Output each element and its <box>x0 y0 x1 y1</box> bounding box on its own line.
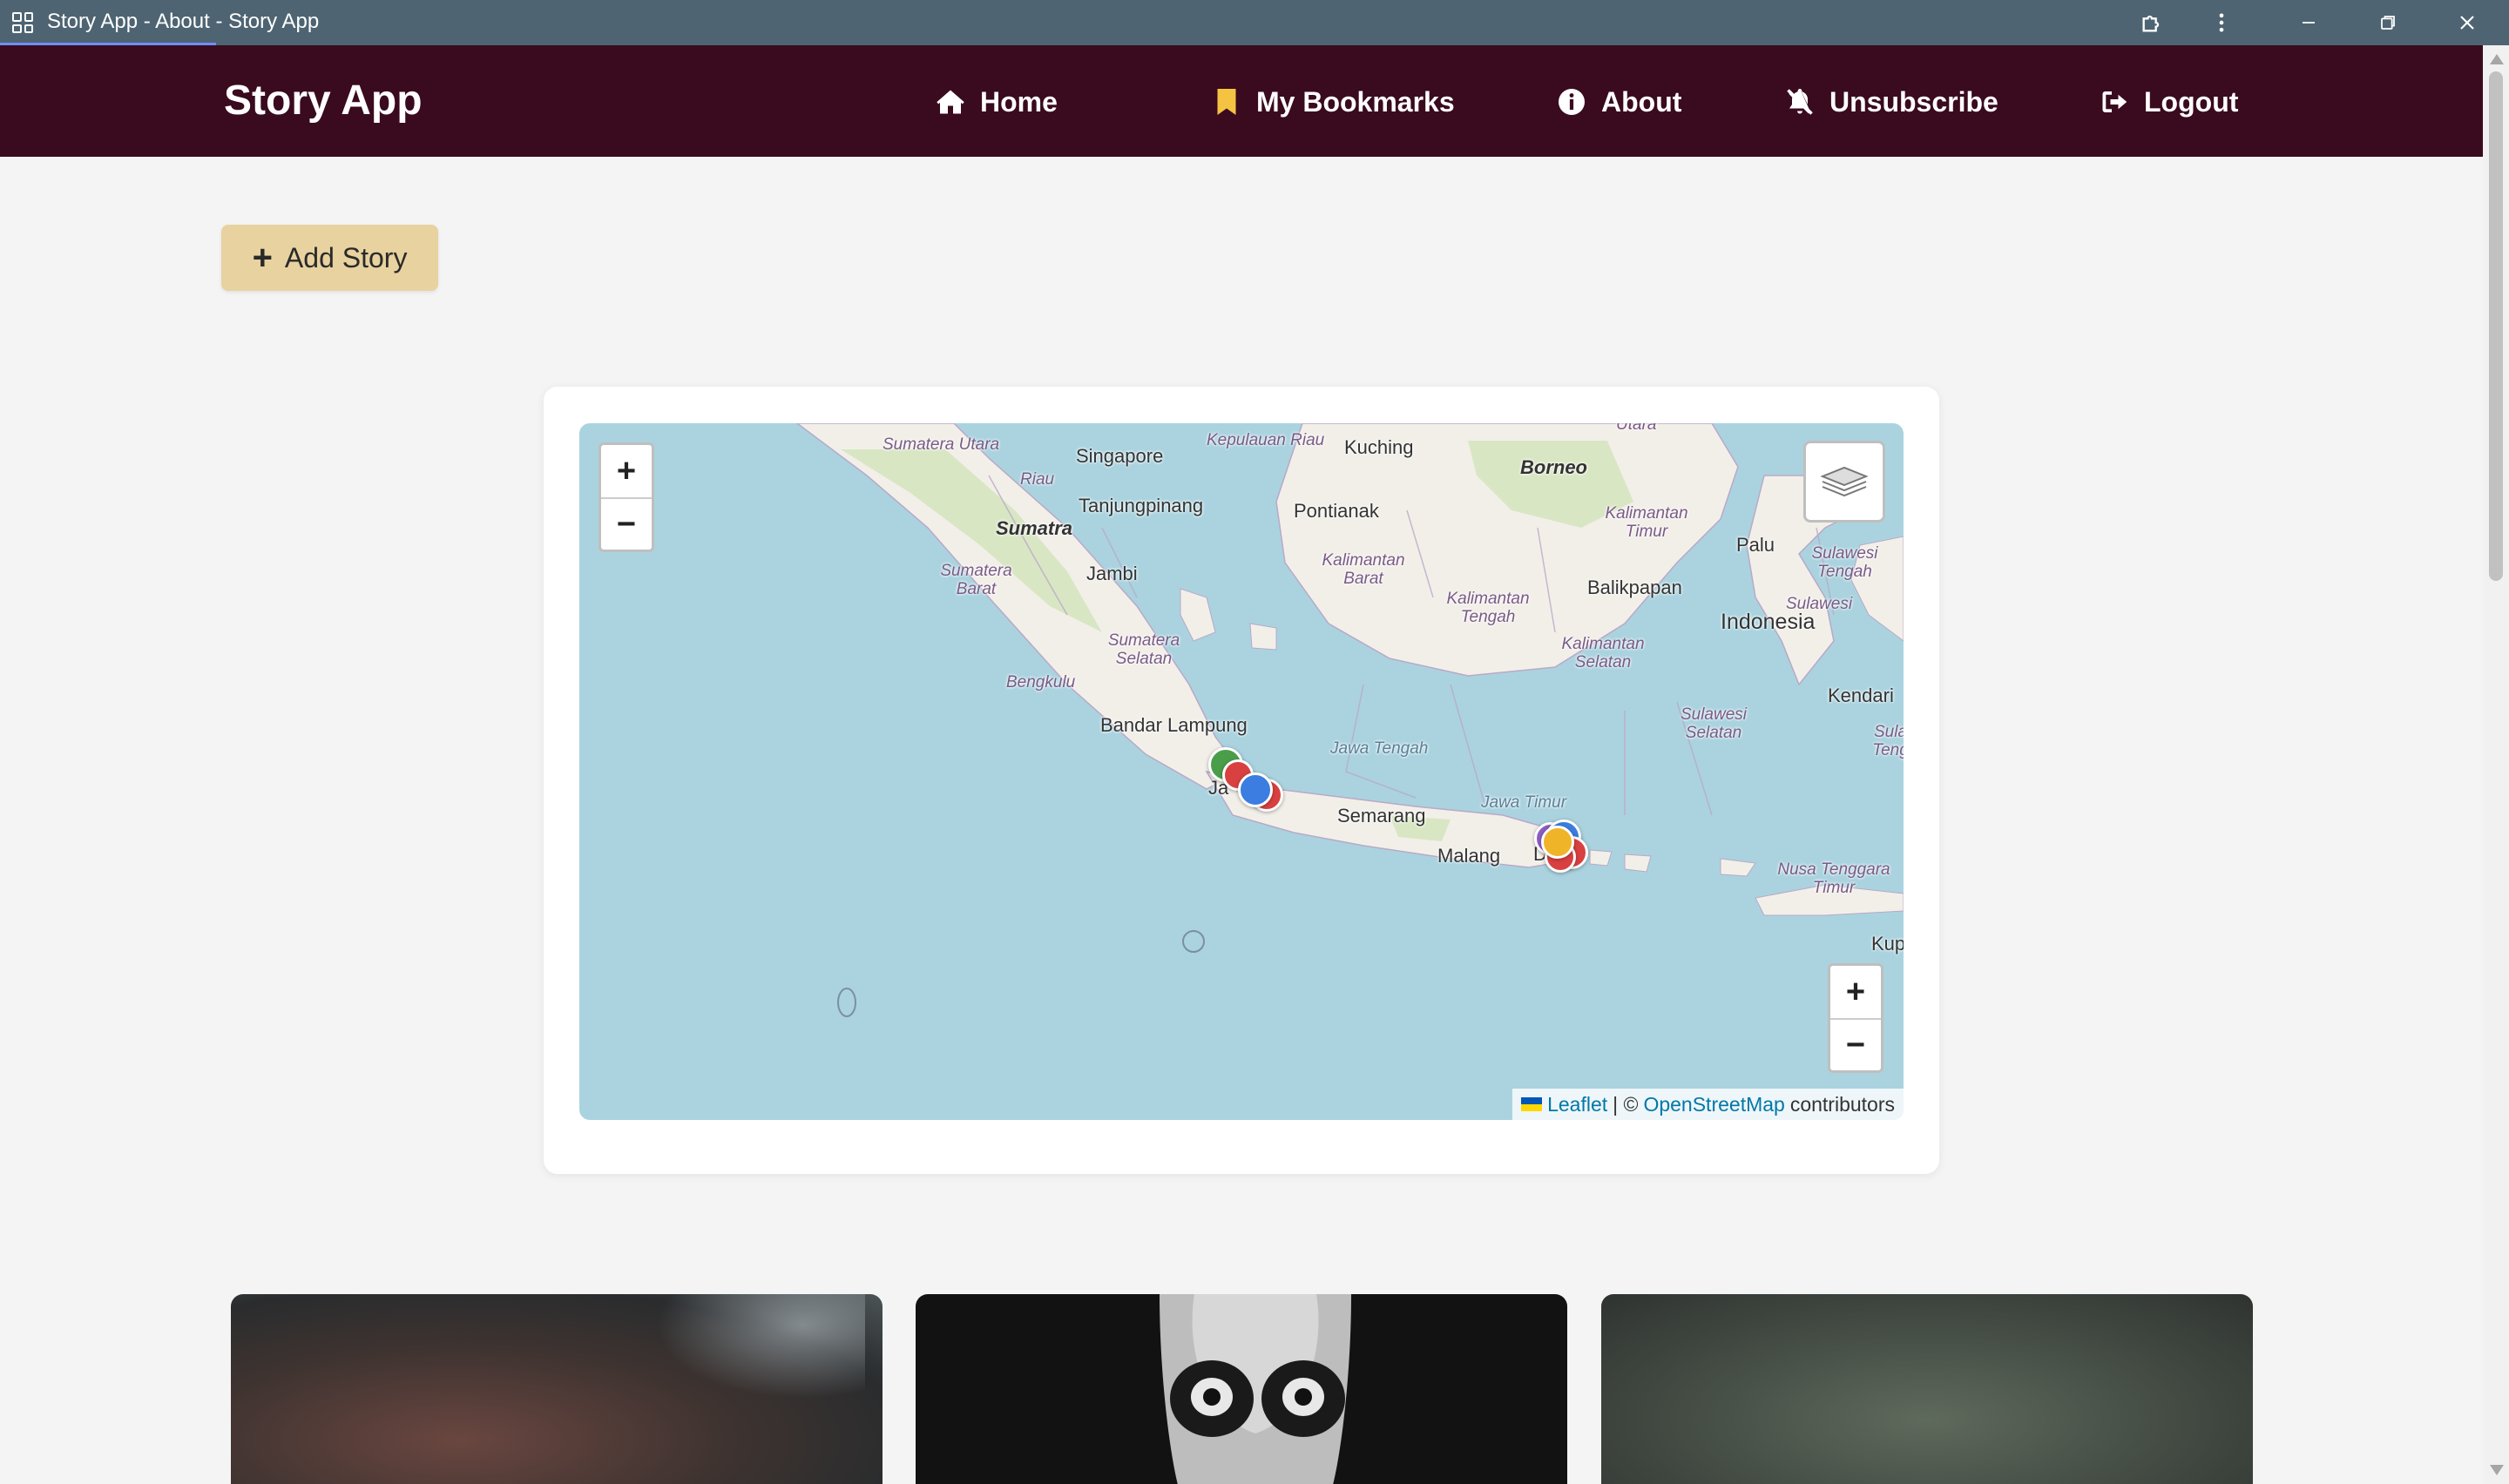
map-label-sula: Sula Teng <box>1872 723 1904 759</box>
map-label-kalimantan-selatan: Kalimantan Selatan <box>1561 635 1645 671</box>
story-map[interactable]: Sumatera Utara Singapore Kepulauan Riau … <box>579 423 1904 1120</box>
nav-about-label: About <box>1601 85 1682 118</box>
map-label-kalimantan-timur: Kalimantan Timur <box>1605 504 1688 541</box>
kebab-menu-icon <box>2219 13 2224 32</box>
map-label-tanjungpinang: Tanjungpinang <box>1079 495 1204 516</box>
map-attribution: Leaflet | © OpenStreetMap contributors <box>1512 1089 1904 1120</box>
story-marker[interactable] <box>1541 826 1574 859</box>
home-icon <box>937 90 964 114</box>
nav-home-label: Home <box>980 85 1058 118</box>
map-label-palu: Palu <box>1736 534 1775 556</box>
more-options-button[interactable] <box>2191 0 2252 45</box>
nav-bookmarks-label: My Bookmarks <box>1256 85 1455 118</box>
restore-icon <box>2381 16 2395 30</box>
restore-button[interactable] <box>2357 0 2418 45</box>
map-label-kup: Kup <box>1871 933 1904 954</box>
map-label-sulawesi-selatan: Sulawesi Selatan <box>1680 705 1748 742</box>
minimize-icon <box>2303 22 2315 24</box>
nav-unsubscribe[interactable]: Unsubscribe <box>1784 80 1998 124</box>
app-grid-icon <box>12 12 33 33</box>
story-photo-face <box>1160 1294 1351 1484</box>
map-label-riau: Riau <box>1020 470 1055 489</box>
openstreetmap-link[interactable]: OpenStreetMap <box>1643 1093 1784 1116</box>
scrollbar-thumb[interactable] <box>2489 71 2503 581</box>
close-icon <box>2460 16 2474 30</box>
extensions-button[interactable] <box>2121 0 2182 45</box>
map-label-sumatera-selatan: Sumatera Selatan <box>1107 631 1180 668</box>
minimize-button[interactable] <box>2278 0 2339 45</box>
map-label-kendari: Kendari <box>1828 685 1894 706</box>
info-icon <box>1559 89 1585 115</box>
map-label-sumatera-barat: Sumatera Barat <box>940 562 1012 598</box>
window-title: Story App - About - Story App <box>47 10 320 33</box>
map-label-kalimantan-barat: Kalimantan Barat <box>1322 551 1405 588</box>
map-label-sumatra: Sumatra <box>996 517 1073 539</box>
map-label-sulawesi-tengah: Sulawesi Tengah <box>1811 544 1878 581</box>
layers-control-button[interactable] <box>1803 441 1885 523</box>
logout-icon <box>2102 91 2127 112</box>
attribution-separator: | © <box>1613 1092 1639 1116</box>
nav-unsubscribe-label: Unsubscribe <box>1829 85 1998 118</box>
story-card-image[interactable] <box>1601 1294 2253 1484</box>
brand-logo[interactable]: Story App <box>224 77 423 125</box>
map-label-kalimantan-tengah: Kalimantan Tengah <box>1446 590 1530 626</box>
map-label-jawa-tengah: Jawa Tengah <box>1330 739 1429 758</box>
nav-home[interactable]: Home <box>935 80 1058 124</box>
story-card-image[interactable] <box>231 1294 883 1484</box>
map-label-jawa-timur: Jawa Timur <box>1481 793 1567 812</box>
map-label-malang: Malang <box>1437 845 1501 867</box>
map-label-indonesia: Indonesia <box>1721 610 1816 634</box>
plus-icon: + <box>252 239 273 277</box>
add-story-button[interactable]: + Add Story <box>221 225 438 291</box>
story-marker[interactable] <box>1238 772 1273 807</box>
close-button[interactable] <box>2437 0 2498 45</box>
bookmark-icon <box>1217 89 1236 115</box>
map-label-bandar-lampung: Bandar Lampung <box>1100 714 1248 736</box>
map-label-kepulauan-riau: Kepulauan Riau <box>1207 431 1325 449</box>
nav-logout-label: Logout <box>2144 85 2239 118</box>
map-label-pontianak: Pontianak <box>1294 500 1379 522</box>
zoom-control-bottomright: + − <box>1828 963 1883 1073</box>
add-story-label: Add Story <box>284 241 408 273</box>
attribution-suffix: contributors <box>1789 1092 1895 1116</box>
map-label-sumatera-utara: Sumatera Utara <box>883 435 1000 454</box>
puzzle-icon <box>2142 15 2160 32</box>
zoom-control-topleft: + − <box>599 442 654 552</box>
nav-bookmarks[interactable]: My Bookmarks <box>1211 80 1455 124</box>
map-label-balikpapan: Balikpapan <box>1587 577 1682 598</box>
scroll-up-arrow[interactable] <box>2490 54 2504 64</box>
map-label-jambi: Jambi <box>1086 563 1138 584</box>
scroll-down-arrow[interactable] <box>2490 1465 2504 1475</box>
zoom-in-button[interactable]: + <box>601 445 652 497</box>
map-label-kuching: Kuching <box>1344 436 1414 458</box>
layers-icon <box>1820 466 1869 497</box>
app-header: Story App Home My Bookmarks About Unsubs… <box>0 45 2483 157</box>
leaflet-link[interactable]: Leaflet <box>1547 1093 1607 1116</box>
zoom-out-button[interactable]: − <box>601 497 652 550</box>
map-label-singapore: Singapore <box>1076 445 1164 467</box>
page-scrollbar[interactable] <box>2483 45 2509 1484</box>
nav-about[interactable]: About <box>1556 80 1681 124</box>
map-label-semarang: Semarang <box>1337 805 1426 826</box>
map-label-nusa-tenggara-timur: Nusa Tenggara Timur <box>1777 860 1890 897</box>
map-label-bengkulu: Bengkulu <box>1006 673 1076 691</box>
map-label-utara: Utara <box>1616 423 1657 434</box>
ukraine-flag-icon <box>1521 1097 1543 1111</box>
nav-logout[interactable]: Logout <box>2099 80 2238 124</box>
zoom-out-button[interactable]: − <box>1830 1018 1881 1070</box>
zoom-in-button[interactable]: + <box>1830 966 1881 1018</box>
bell-slash-icon <box>1787 89 1813 115</box>
map-label-borneo: Borneo <box>1520 456 1587 478</box>
window-titlebar: Story App - About - Story App <box>0 0 2509 45</box>
story-card-image[interactable] <box>916 1294 1567 1484</box>
